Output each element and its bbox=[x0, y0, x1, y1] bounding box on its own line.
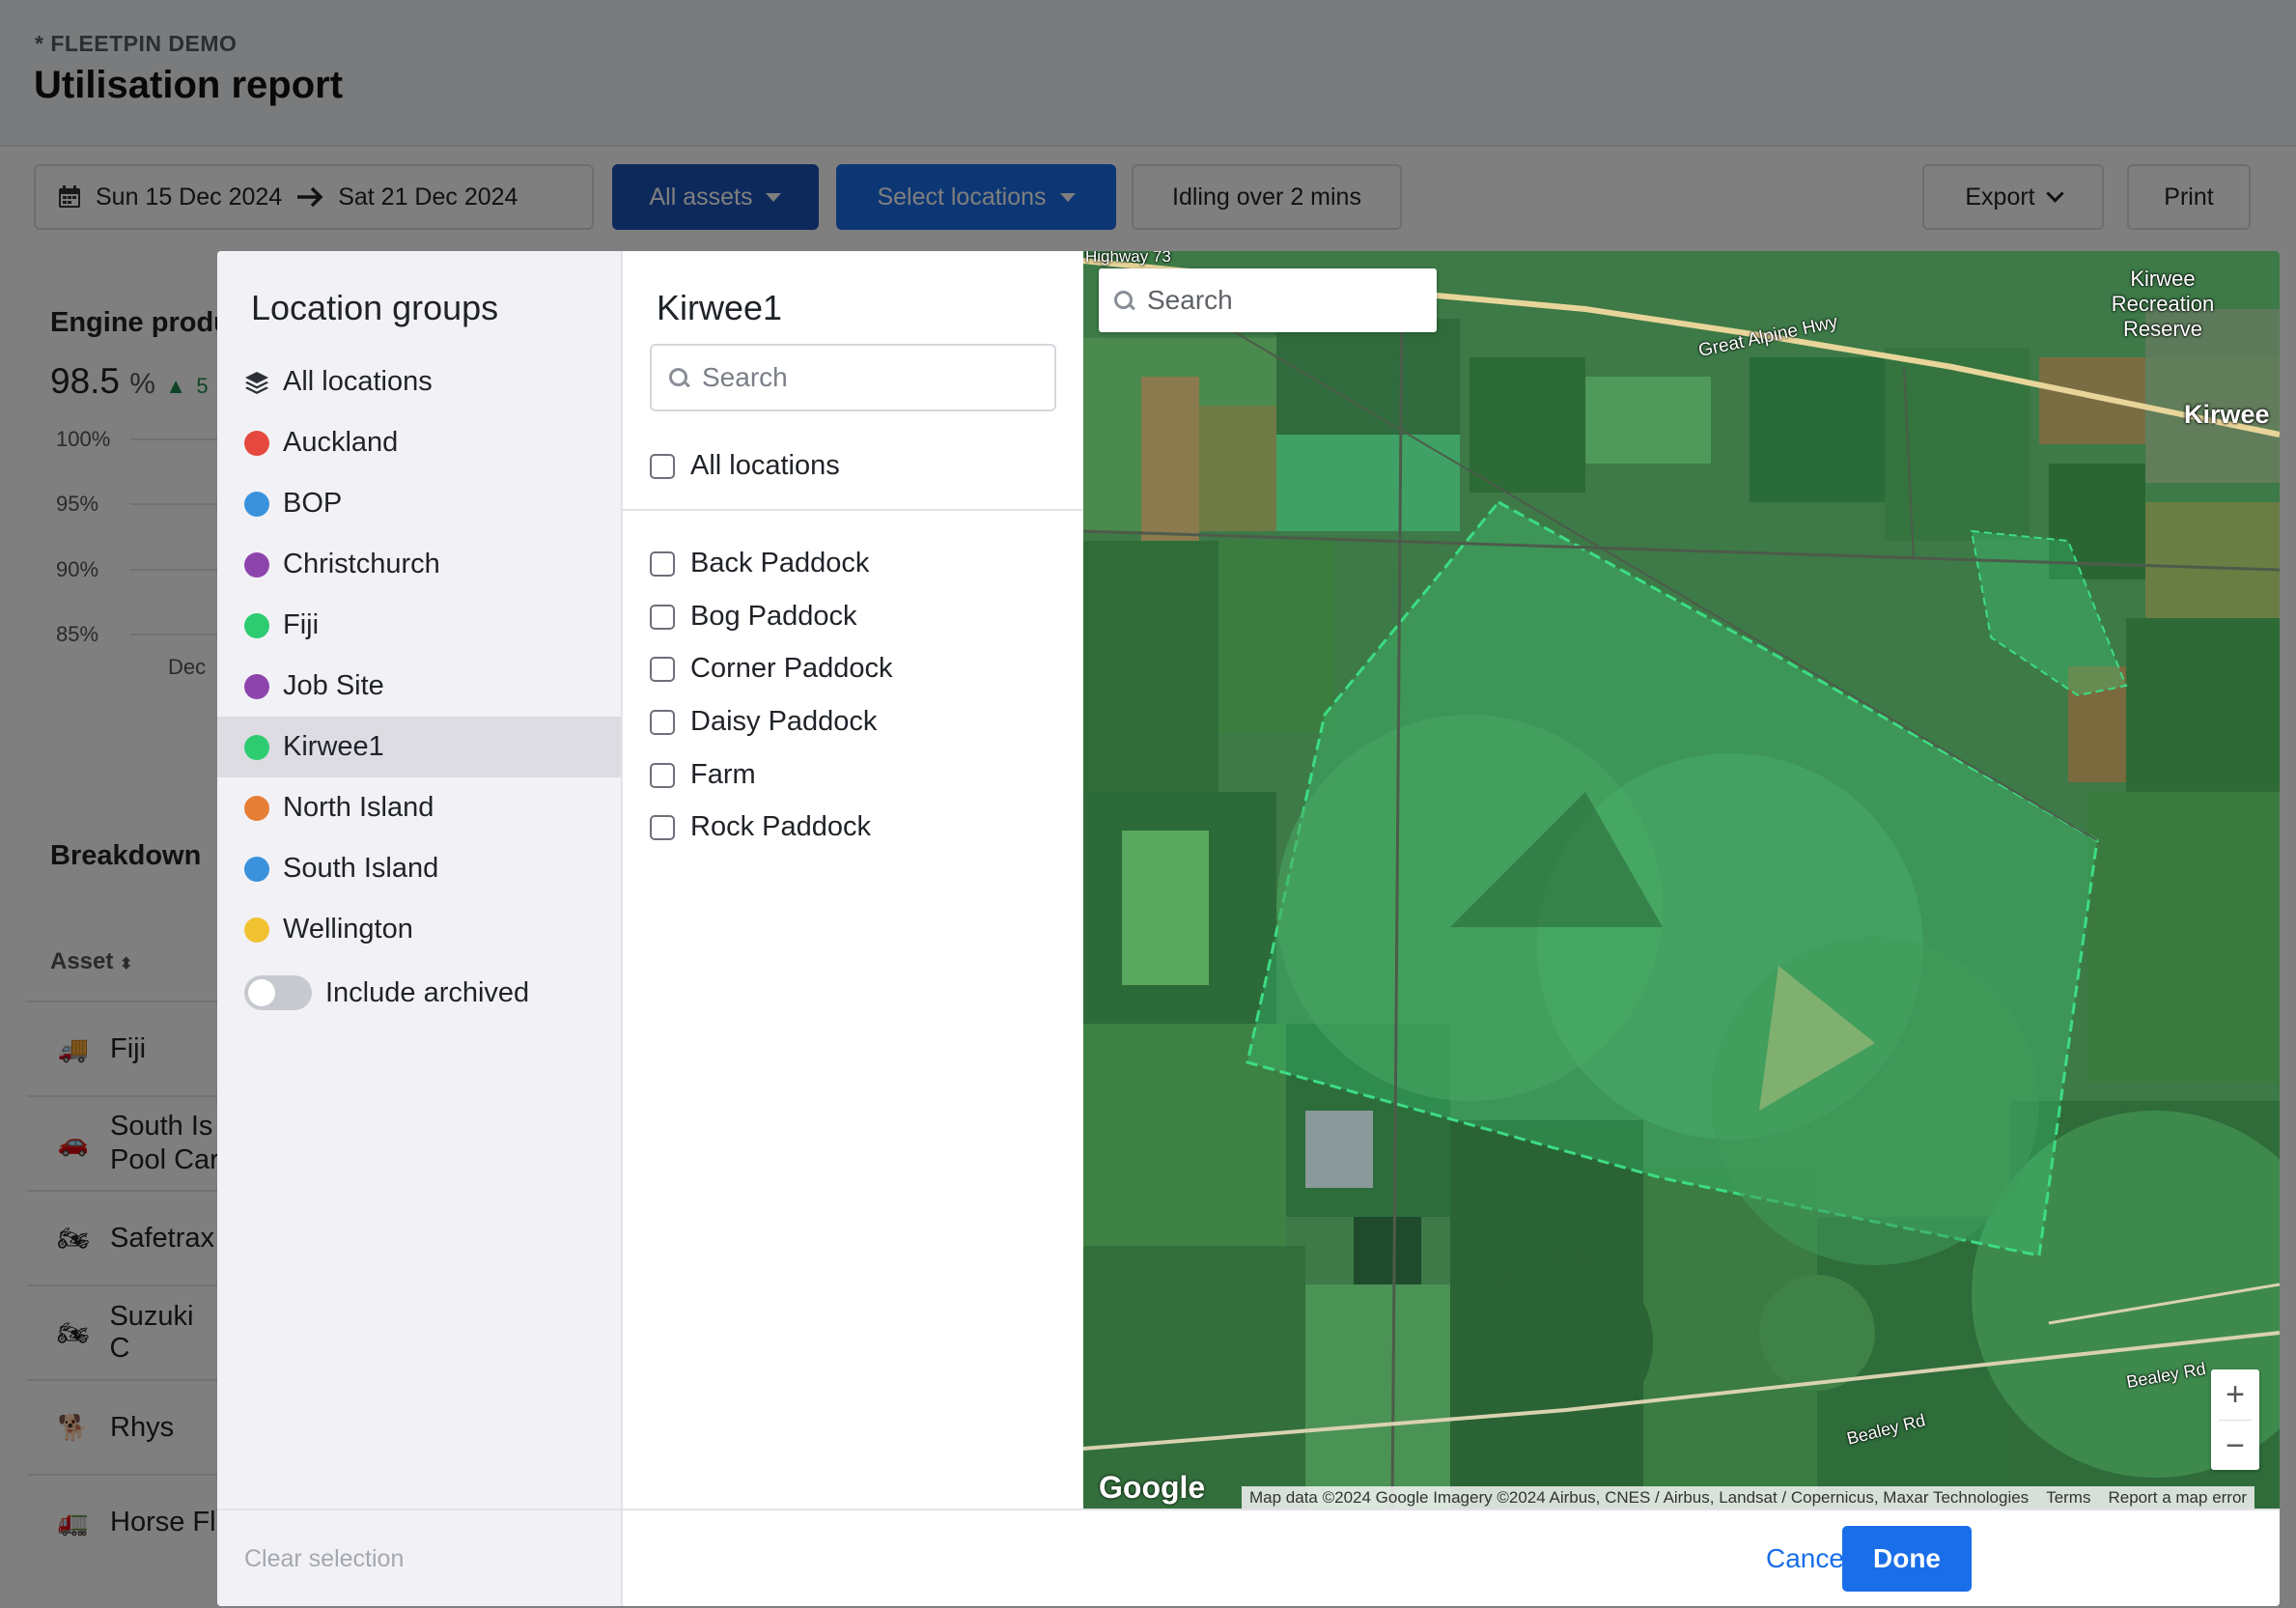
group-item-kirwee1[interactable]: Kirwee1 bbox=[217, 717, 621, 777]
color-dot bbox=[244, 856, 269, 882]
divider bbox=[623, 509, 1083, 511]
group-label: Auckland bbox=[283, 427, 399, 458]
checkbox[interactable] bbox=[650, 604, 675, 630]
cancel-button[interactable]: Cancel bbox=[1766, 1543, 1850, 1574]
location-search-input[interactable]: Search bbox=[650, 344, 1056, 411]
map-town-label: Kirwee bbox=[2184, 400, 2270, 429]
map-search-placeholder: Search bbox=[1147, 285, 1233, 315]
color-dot bbox=[244, 430, 269, 456]
map-imagery bbox=[1083, 251, 2280, 1509]
location-label: Back Paddock bbox=[690, 548, 870, 578]
group-item-auckland[interactable]: Auckland bbox=[217, 412, 621, 473]
poi-line: Reserve bbox=[2123, 317, 2202, 341]
group-item-job-site[interactable]: Job Site bbox=[217, 656, 621, 717]
group-label: North Island bbox=[283, 792, 434, 823]
group-item-all-locations[interactable]: All locations bbox=[217, 352, 621, 412]
color-dot bbox=[244, 673, 269, 699]
selected-group-title: Kirwee1 bbox=[657, 288, 783, 327]
checkbox[interactable] bbox=[650, 762, 675, 788]
location-item-corner-paddock[interactable]: Corner Paddock bbox=[650, 653, 893, 685]
color-dot bbox=[244, 795, 269, 821]
include-archived-label: Include archived bbox=[325, 976, 530, 1008]
toggle-knob bbox=[248, 979, 275, 1006]
group-label: Fiji bbox=[283, 609, 320, 640]
color-dot bbox=[244, 551, 269, 578]
search-icon bbox=[1112, 289, 1135, 312]
google-logo: Google bbox=[1099, 1470, 1206, 1505]
checkbox[interactable] bbox=[650, 550, 675, 577]
zoom-in-button[interactable]: + bbox=[2211, 1369, 2259, 1420]
location-groups-panel: Location groups All locations Auckland B… bbox=[217, 251, 623, 1606]
search-placeholder: Search bbox=[702, 362, 788, 392]
checkbox-label: All locations bbox=[690, 450, 840, 481]
group-label: Kirwee1 bbox=[283, 731, 384, 762]
clear-selection-button[interactable]: Clear selection bbox=[244, 1545, 404, 1573]
group-label: Christchurch bbox=[283, 549, 440, 579]
group-label: BOP bbox=[283, 488, 343, 519]
attribution-text: Map data ©2024 Google Imagery ©2024 Airb… bbox=[1249, 1487, 2030, 1507]
search-icon bbox=[667, 366, 690, 389]
color-dot bbox=[244, 491, 269, 517]
terms-link[interactable]: Terms bbox=[2046, 1488, 2090, 1508]
group-label: South Island bbox=[283, 853, 439, 884]
location-item-rock-paddock[interactable]: Rock Paddock bbox=[650, 811, 871, 843]
checkbox[interactable] bbox=[650, 814, 675, 840]
include-archived: Include archived bbox=[244, 975, 529, 1010]
checkbox[interactable] bbox=[650, 709, 675, 735]
color-dot bbox=[244, 917, 269, 943]
group-item-fiji[interactable]: Fiji bbox=[217, 595, 621, 656]
group-label: Job Site bbox=[283, 670, 384, 701]
zoom-out-button[interactable]: − bbox=[2211, 1421, 2259, 1471]
checkbox[interactable] bbox=[650, 656, 675, 682]
map-attribution: Map data ©2024 Google Imagery ©2024 Airb… bbox=[1242, 1486, 2255, 1509]
location-groups-title: Location groups bbox=[251, 288, 499, 327]
color-dot bbox=[244, 612, 269, 638]
locations-panel: Kirwee1 Search All locations Back Paddoc… bbox=[623, 251, 1083, 1509]
satellite-map[interactable]: Search Highway 73 Great Alpine Hwy Kirwe… bbox=[1083, 251, 2280, 1509]
map-road-label: Highway 73 bbox=[1085, 251, 1171, 266]
map-poi-label: Kirwee Recreation Reserve bbox=[2105, 267, 2221, 342]
location-label: Bog Paddock bbox=[690, 601, 857, 632]
report-map-error-link[interactable]: Report a map error bbox=[2108, 1488, 2247, 1508]
location-group-list: All locations Auckland BOP Christchurch … bbox=[217, 352, 621, 960]
done-button[interactable]: Done bbox=[1842, 1526, 1972, 1592]
location-label: Corner Paddock bbox=[690, 653, 893, 684]
group-item-north-island[interactable]: North Island bbox=[217, 777, 621, 838]
poi-line: Kirwee bbox=[2130, 267, 2196, 291]
include-archived-toggle[interactable] bbox=[244, 975, 312, 1010]
group-item-christchurch[interactable]: Christchurch bbox=[217, 534, 621, 595]
location-item-farm[interactable]: Farm bbox=[650, 759, 756, 791]
zoom-controls: + − bbox=[2211, 1369, 2259, 1470]
all-locations-checkbox-row[interactable]: All locations bbox=[650, 450, 840, 482]
layers-icon bbox=[245, 371, 268, 394]
groups-footer: Clear selection bbox=[217, 1509, 621, 1606]
select-locations-modal: Location groups All locations Auckland B… bbox=[217, 251, 2280, 1606]
location-label: Farm bbox=[690, 759, 756, 790]
group-item-wellington[interactable]: Wellington bbox=[217, 899, 621, 960]
location-label: Rock Paddock bbox=[690, 811, 871, 842]
location-item-back-paddock[interactable]: Back Paddock bbox=[650, 548, 869, 579]
location-item-daisy-paddock[interactable]: Daisy Paddock bbox=[650, 706, 877, 738]
location-label: Daisy Paddock bbox=[690, 706, 878, 737]
map-search-input[interactable]: Search bbox=[1099, 268, 1437, 332]
checkbox[interactable] bbox=[650, 453, 675, 479]
poi-line: Recreation bbox=[2111, 292, 2215, 316]
location-item-bog-paddock[interactable]: Bog Paddock bbox=[650, 601, 857, 633]
group-label: All locations bbox=[283, 366, 433, 397]
group-item-south-island[interactable]: South Island bbox=[217, 838, 621, 899]
color-dot bbox=[244, 734, 269, 760]
group-label: Wellington bbox=[283, 914, 413, 945]
modal-footer: Cancel Done bbox=[623, 1509, 2280, 1606]
group-item-bop[interactable]: BOP bbox=[217, 473, 621, 534]
